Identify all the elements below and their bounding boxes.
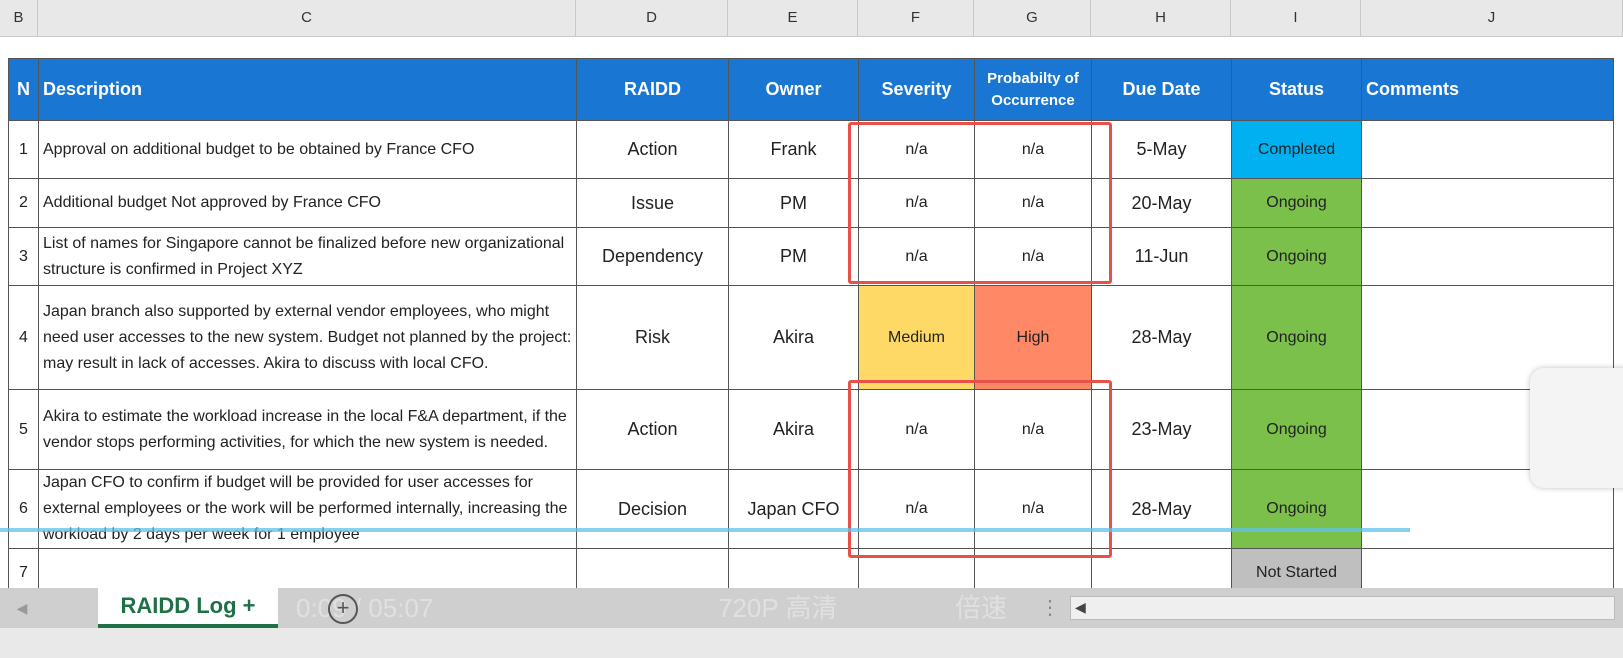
raidd-log-table: N Description RAIDD Owner Severity Proba… (8, 58, 1614, 597)
cell-owner[interactable]: PM (728, 178, 859, 228)
cell-description[interactable]: Japan CFO to confirm if budget will be p… (38, 469, 577, 549)
table-row: 2 Additional budget Not approved by Fran… (8, 178, 1614, 228)
cell-severity[interactable]: n/a (858, 469, 975, 549)
cell-owner[interactable]: Akira (728, 285, 859, 390)
cell-due-date[interactable]: 5-May (1091, 120, 1232, 179)
more-dots-icon[interactable]: ⋮ (1040, 588, 1060, 628)
empty-row-gap (0, 37, 1623, 58)
status-bar (0, 628, 1623, 658)
cell-owner[interactable]: Akira (728, 389, 859, 470)
cell-probability[interactable]: n/a (974, 389, 1092, 470)
cell-due-date[interactable]: 28-May (1091, 469, 1232, 549)
cell-due-date[interactable]: 28-May (1091, 285, 1232, 390)
cell-probability[interactable]: n/a (974, 227, 1092, 286)
cell-severity[interactable]: n/a (858, 389, 975, 470)
cell-n[interactable]: 3 (8, 227, 39, 286)
column-header-i[interactable]: I (1231, 0, 1361, 36)
column-header-f[interactable]: F (858, 0, 974, 36)
video-speed-overlay: 倍速 (955, 593, 1008, 623)
video-quality-overlay: 720P 高清 (718, 593, 838, 623)
header-probability[interactable]: Probabilty of Occurrence (974, 58, 1092, 121)
header-raidd[interactable]: RAIDD (576, 58, 729, 121)
horizontal-scrollbar[interactable]: ◀ (1070, 596, 1615, 620)
column-header-b[interactable]: B (0, 0, 38, 36)
plus-circle-icon[interactable]: + (328, 594, 358, 624)
header-owner[interactable]: Owner (728, 58, 859, 121)
header-probability-line1: Probabilty of (987, 69, 1079, 87)
cell-probability-high[interactable]: High (974, 285, 1092, 390)
column-header-c[interactable]: C (38, 0, 576, 36)
column-header-bar: B C D E F G H I J (0, 0, 1623, 37)
table-row: 4 Japan branch also supported by externa… (8, 285, 1614, 390)
nav-left-icon[interactable]: ◀ (8, 594, 36, 622)
cell-raidd[interactable]: Decision (576, 469, 729, 549)
table-row: 3 List of names for Singapore cannot be … (8, 227, 1614, 286)
cell-due-date[interactable]: 23-May (1091, 389, 1232, 470)
cell-raidd[interactable]: Action (576, 120, 729, 179)
cell-n[interactable]: 1 (8, 120, 39, 179)
cell-owner[interactable]: Frank (728, 120, 859, 179)
cell-raidd[interactable]: Action (576, 389, 729, 470)
header-probability-line2: Occurrence (991, 91, 1075, 109)
table-row: 1 Approval on additional budget to be ob… (8, 120, 1614, 179)
cell-owner[interactable]: PM (728, 227, 859, 286)
cell-probability[interactable]: n/a (974, 120, 1092, 179)
sheet-tab-bar: ◀ RAIDD Log + 0:09 / 05:07 + 720P 高清 倍速 … (0, 588, 1623, 628)
cell-severity[interactable]: n/a (858, 227, 975, 286)
table-row: 6 Japan CFO to confirm if budget will be… (8, 469, 1614, 549)
column-header-d[interactable]: D (576, 0, 728, 36)
cell-status-ongoing[interactable]: Ongoing (1231, 227, 1362, 286)
cell-owner[interactable]: Japan CFO (728, 469, 859, 549)
table-row: 5 Akira to estimate the workload increas… (8, 389, 1614, 470)
cell-status-completed[interactable]: Completed (1231, 120, 1362, 179)
column-header-j[interactable]: J (1361, 0, 1623, 36)
video-time-overlay: 0:09 / 05:07 (296, 593, 434, 623)
cell-n[interactable]: 6 (8, 469, 39, 549)
cell-n[interactable]: 4 (8, 285, 39, 390)
header-description[interactable]: Description (38, 58, 577, 121)
cell-status-ongoing[interactable]: Ongoing (1231, 389, 1362, 470)
cell-n[interactable]: 2 (8, 178, 39, 228)
header-n[interactable]: N (8, 58, 39, 121)
video-progress-line (0, 528, 1410, 532)
cell-raidd[interactable]: Risk (576, 285, 729, 390)
cell-description[interactable]: Akira to estimate the workload increase … (38, 389, 577, 470)
header-status[interactable]: Status (1231, 58, 1362, 121)
cell-due-date[interactable]: 11-Jun (1091, 227, 1232, 286)
cell-severity[interactable]: n/a (858, 120, 975, 179)
cell-n[interactable]: 5 (8, 389, 39, 470)
cell-raidd[interactable]: Dependency (576, 227, 729, 286)
cell-comments[interactable] (1361, 178, 1614, 228)
header-severity[interactable]: Severity (858, 58, 975, 121)
cell-due-date[interactable]: 20-May (1091, 178, 1232, 228)
cell-description[interactable]: Approval on additional budget to be obta… (38, 120, 577, 179)
cell-comments[interactable] (1361, 120, 1614, 179)
column-header-g[interactable]: G (974, 0, 1091, 36)
cell-status-ongoing[interactable]: Ongoing (1231, 469, 1362, 549)
column-header-h[interactable]: H (1091, 0, 1231, 36)
cell-severity-medium[interactable]: Medium (858, 285, 975, 390)
side-overlay-panel[interactable] (1530, 368, 1623, 488)
cell-status-ongoing[interactable]: Ongoing (1231, 178, 1362, 228)
column-header-e[interactable]: E (728, 0, 858, 36)
cell-probability[interactable]: n/a (974, 178, 1092, 228)
cell-description[interactable]: Japan branch also supported by external … (38, 285, 577, 390)
cell-description[interactable]: Additional budget Not approved by France… (38, 178, 577, 228)
header-due-date[interactable]: Due Date (1091, 58, 1232, 121)
cell-description[interactable]: List of names for Singapore cannot be fi… (38, 227, 577, 286)
cell-comments[interactable] (1361, 227, 1614, 286)
cell-severity[interactable]: n/a (858, 178, 975, 228)
table-header-row: N Description RAIDD Owner Severity Proba… (8, 58, 1614, 121)
sheet-tab-raidd-log[interactable]: RAIDD Log + (98, 588, 278, 628)
header-comments[interactable]: Comments (1361, 58, 1614, 121)
cell-probability[interactable]: n/a (974, 469, 1092, 549)
arrow-left-icon[interactable]: ◀ (1075, 599, 1086, 616)
cell-raidd[interactable]: Issue (576, 178, 729, 228)
cell-status-ongoing[interactable]: Ongoing (1231, 285, 1362, 390)
